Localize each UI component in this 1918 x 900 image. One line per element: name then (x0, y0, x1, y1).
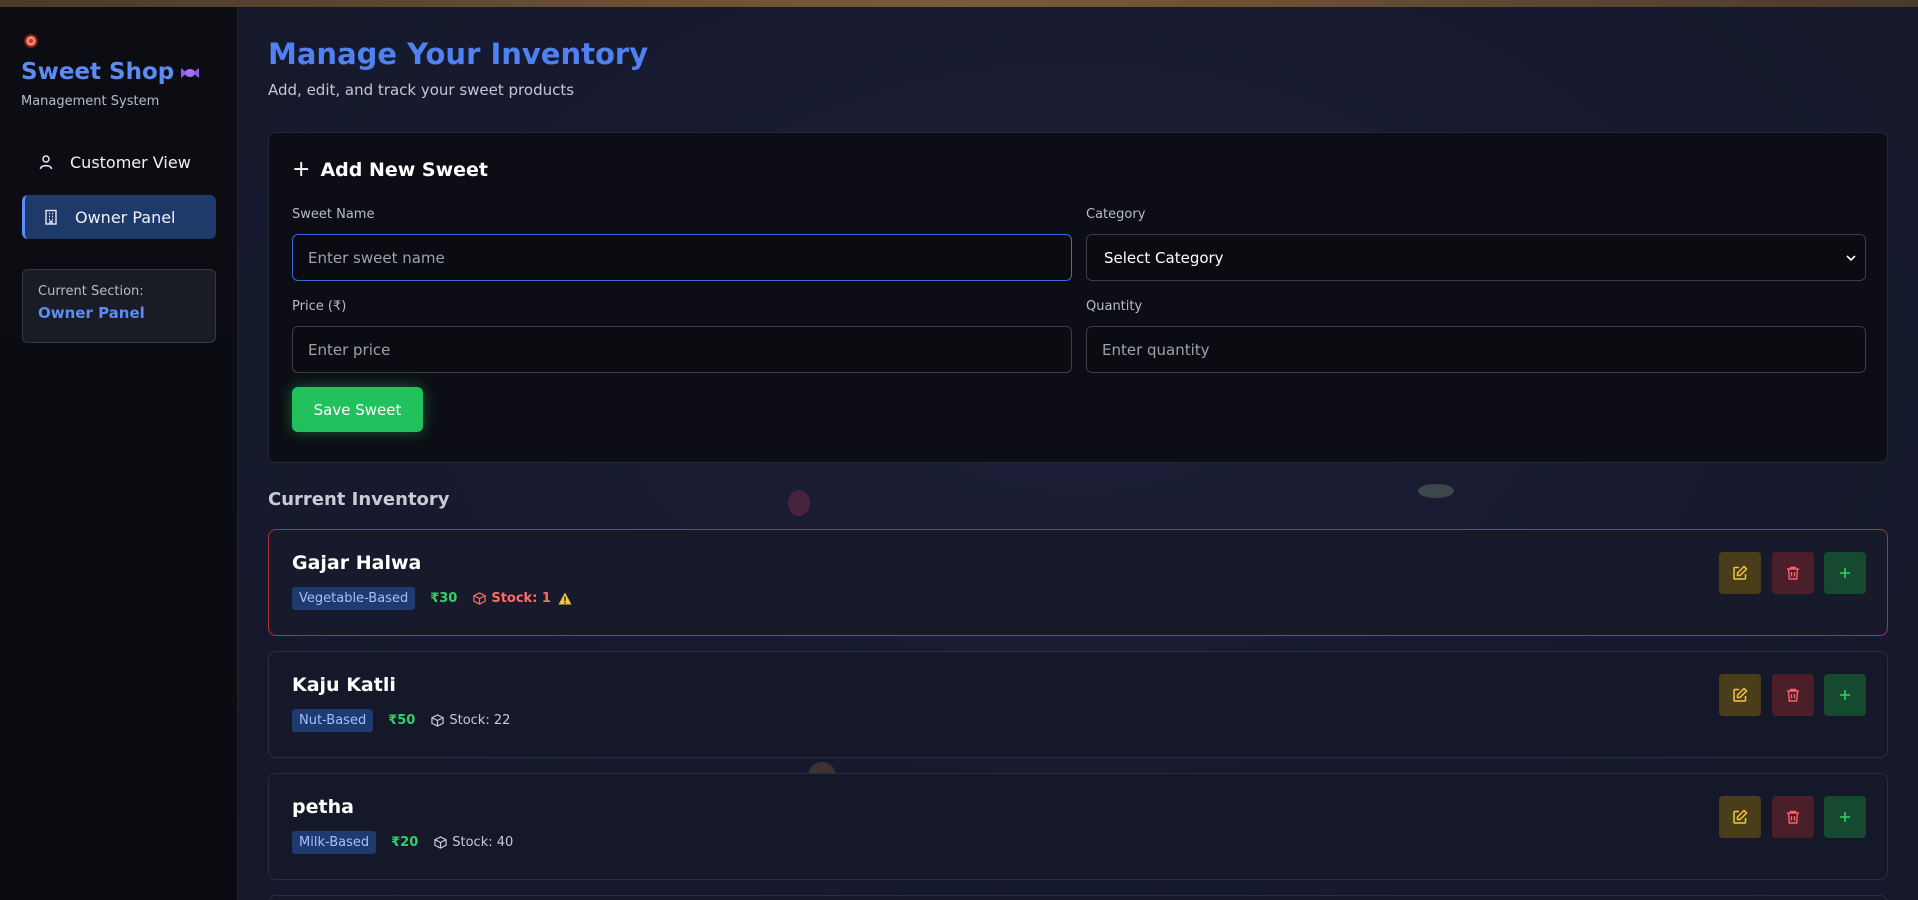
box-icon (473, 592, 487, 605)
category-label: Category (1086, 207, 1146, 222)
trash-icon (1787, 810, 1799, 824)
item-price: ₹20 (391, 835, 419, 850)
category-badge: Nut-Based (292, 709, 374, 732)
restock-button[interactable] (1824, 674, 1866, 716)
restock-button[interactable] (1824, 796, 1866, 838)
item-stock: Stock: 22 (431, 713, 510, 728)
trash-icon (1787, 688, 1799, 702)
item-stock: Stock: 1 (473, 591, 572, 606)
warning-icon (558, 592, 572, 605)
item-meta: Nut-Based ₹50 Stock: 22 (292, 709, 510, 732)
sidebar-item-owner-panel[interactable]: Owner Panel (22, 195, 216, 239)
box-icon (431, 714, 445, 727)
item-stock: Stock: 40 (434, 835, 513, 850)
item-stock-text: Stock: 1 (491, 591, 551, 606)
item-price: ₹50 (388, 713, 416, 728)
edit-icon (1733, 809, 1748, 824)
edit-icon (1733, 565, 1748, 580)
brand-title-text: Sweet Shop (21, 59, 175, 85)
current-section-label: Current Section: (38, 284, 144, 299)
edit-button[interactable] (1719, 674, 1761, 716)
plus-icon: + (292, 157, 311, 182)
building-icon (43, 209, 59, 225)
trash-icon (1787, 566, 1799, 580)
item-name: petha (292, 796, 354, 818)
brand-subtitle: Management System (21, 94, 160, 109)
box-icon (434, 836, 447, 849)
inventory-item: petha Milk-Based ₹20 Stock: 40 (268, 773, 1888, 880)
sweet-name-label: Sweet Name (292, 207, 375, 222)
item-meta: Vegetable-Based ₹30 Stock: 1 (292, 587, 572, 610)
current-section-panel: Current Section: Owner Panel (22, 269, 216, 343)
add-sweet-form: + Add New Sweet Sweet Name Category Sele… (268, 132, 1888, 463)
restock-button[interactable] (1824, 552, 1866, 594)
chevron-down-icon (1846, 254, 1856, 261)
item-stock-text: Stock: 40 (452, 835, 514, 850)
delete-button[interactable] (1772, 674, 1814, 716)
item-price: ₹30 (430, 591, 458, 606)
item-stock-text: Stock: 22 (449, 713, 511, 728)
delete-button[interactable] (1772, 552, 1814, 594)
plus-icon (1840, 690, 1850, 700)
form-title: + Add New Sweet (292, 157, 488, 182)
edit-icon (1733, 687, 1748, 702)
inventory-title: Current Inventory (268, 489, 450, 510)
price-input[interactable] (292, 326, 1072, 373)
price-label: Price (₹) (292, 299, 347, 314)
save-sweet-button[interactable]: Save Sweet (292, 387, 423, 432)
donut-icon (24, 34, 38, 48)
item-name: Kaju Katli (292, 674, 396, 696)
current-section-value: Owner Panel (38, 304, 145, 322)
decorative-sweet (1418, 484, 1454, 498)
inventory-item: Gajar Halwa Vegetable-Based ₹30 Stock: 1 (268, 529, 1888, 636)
inventory-item-partial (268, 895, 1888, 900)
category-badge: Vegetable-Based (292, 587, 416, 610)
edit-button[interactable] (1719, 552, 1761, 594)
category-select[interactable]: Select Category (1086, 234, 1866, 281)
sidebar: Sweet Shop Management System Customer Vi… (0, 7, 238, 900)
item-name: Gajar Halwa (292, 552, 422, 574)
sidebar-item-label: Owner Panel (75, 207, 176, 227)
main-content: Manage Your Inventory Add, edit, and tra… (238, 7, 1918, 900)
quantity-input[interactable] (1086, 326, 1866, 373)
brand-title: Sweet Shop (21, 59, 202, 85)
edit-button[interactable] (1719, 796, 1761, 838)
plus-icon (1840, 812, 1850, 822)
page-title: Manage Your Inventory (268, 37, 649, 71)
user-icon (38, 154, 54, 170)
plus-icon (1840, 568, 1850, 578)
category-badge: Milk-Based (292, 831, 377, 854)
sweet-name-input[interactable] (292, 234, 1072, 281)
item-meta: Milk-Based ₹20 Stock: 40 (292, 831, 513, 854)
top-accent-bar (0, 0, 1918, 7)
quantity-label: Quantity (1086, 299, 1143, 314)
candy-icon (181, 67, 200, 78)
sidebar-item-customer-view[interactable]: Customer View (22, 140, 216, 184)
category-select-value: Select Category (1104, 248, 1224, 267)
inventory-item: Kaju Katli Nut-Based ₹50 Stock: 22 (268, 651, 1888, 758)
sidebar-item-label: Customer View (70, 152, 191, 172)
form-title-text: Add New Sweet (320, 158, 489, 181)
decorative-sweet (788, 490, 810, 516)
page-subtitle: Add, edit, and track your sweet products (268, 81, 575, 99)
delete-button[interactable] (1772, 796, 1814, 838)
